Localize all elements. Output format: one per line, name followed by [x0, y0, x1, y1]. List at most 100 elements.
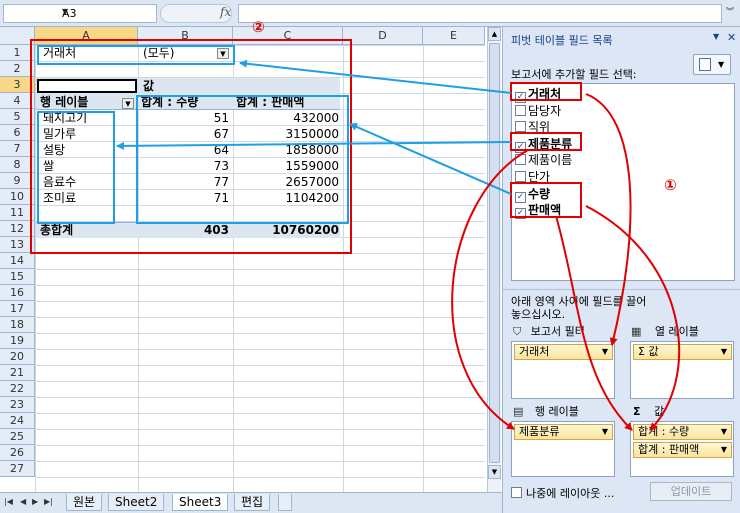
defer-checkbox[interactable]	[511, 487, 522, 498]
name-box[interactable]: A3 ▼	[3, 4, 157, 23]
field-item[interactable]: ✓ 판매액	[515, 202, 561, 220]
field-item[interactable]: 제품이름	[515, 152, 572, 168]
row-labels-area[interactable]: 제품분류 ▼	[511, 421, 615, 477]
row-header-12[interactable]: 12	[0, 221, 35, 237]
column-header-b[interactable]: B	[138, 27, 233, 45]
row-header-25[interactable]: 25	[0, 429, 35, 445]
sheet-tab-원본[interactable]: 원본	[66, 494, 103, 511]
checkbox[interactable]	[515, 104, 526, 116]
row-header-24[interactable]: 24	[0, 413, 35, 429]
field-item[interactable]: 담당자	[515, 103, 561, 119]
next-sheet-icon[interactable]: ▶	[32, 497, 38, 506]
field-item[interactable]: ✓ 수량	[515, 186, 550, 203]
column-header-a[interactable]: A	[35, 27, 138, 45]
column-header-d[interactable]: D	[343, 27, 423, 45]
value-chip-qty-label: 합계 : 수량	[638, 425, 690, 438]
sheet-tab-sheet2[interactable]: Sheet2	[108, 494, 165, 511]
field-item[interactable]: ✓ 제품분류	[515, 136, 572, 153]
chevron-down-icon[interactable]: ▼	[602, 345, 608, 359]
column-labels-label: 열 레이블	[654, 325, 699, 338]
sheet-tab-bar: |◀ ◀ ▶ ▶| 원본 Sheet2 Sheet3 편집	[0, 492, 502, 513]
selected-cell[interactable]	[37, 79, 137, 93]
chevron-down-icon[interactable]: ▼	[602, 425, 608, 439]
field-label: 담당자	[528, 103, 562, 118]
row-header-5[interactable]: 5	[0, 109, 35, 125]
checkbox[interactable]	[515, 121, 526, 133]
column-header-c[interactable]: C	[233, 27, 343, 45]
close-icon[interactable]: ✕	[727, 31, 736, 44]
row-header-26[interactable]: 26	[0, 445, 35, 461]
row-header-4[interactable]: 4	[0, 93, 35, 109]
row-header-20[interactable]: 20	[0, 349, 35, 365]
row-label-dropdown[interactable]: ▼	[122, 98, 134, 109]
checked-checkbox[interactable]: ✓	[515, 208, 526, 220]
sheet-tab-sheet3[interactable]: Sheet3	[172, 494, 229, 511]
scroll-up-button[interactable]: ▲	[488, 27, 501, 41]
first-sheet-icon[interactable]: |◀	[4, 497, 13, 506]
chevron-down-icon[interactable]: ▼	[62, 7, 154, 16]
values-area[interactable]: 합계 : 수량 ▼ 합계 : 판매액 ▼	[630, 421, 734, 477]
pivot-row-qty: 73	[213, 159, 229, 173]
values-area-label: 값	[654, 405, 665, 418]
sheet-tab-편집[interactable]: 편집	[234, 494, 271, 511]
row-header-10[interactable]: 10	[0, 189, 35, 205]
field-layout-button[interactable]: ▼	[693, 54, 731, 75]
value-chip-qty[interactable]: 합계 : 수량 ▼	[633, 424, 732, 440]
chevron-down-icon[interactable]: ▼	[721, 345, 727, 359]
row-header-18[interactable]: 18	[0, 317, 35, 333]
pivot-row-sales: 432000	[293, 111, 339, 125]
row-header-22[interactable]: 22	[0, 381, 35, 397]
row-header-13[interactable]: 13	[0, 237, 35, 253]
row-field-chip[interactable]: 제품분류 ▼	[514, 424, 613, 440]
checked-checkbox[interactable]: ✓	[515, 191, 526, 203]
checked-checkbox[interactable]: ✓	[515, 141, 526, 153]
prev-sheet-icon[interactable]: ◀	[20, 497, 26, 506]
filter-dropdown-button[interactable]: ▼	[217, 48, 229, 59]
row-header-15[interactable]: 15	[0, 269, 35, 285]
row-header-7[interactable]: 7	[0, 141, 35, 157]
defer-layout-option[interactable]: 나중에 레이아웃 ...	[511, 485, 614, 501]
column-header-e[interactable]: E	[423, 27, 485, 45]
chevron-down-icon[interactable]: ▼	[721, 425, 727, 439]
field-item[interactable]: 직위	[515, 119, 550, 135]
row-header-8[interactable]: 8	[0, 157, 35, 173]
checkbox[interactable]	[515, 154, 526, 166]
scroll-thumb[interactable]	[489, 43, 500, 463]
select-all-corner[interactable]	[0, 27, 35, 45]
column-values-chip[interactable]: Σ 값 ▼	[633, 344, 732, 360]
row-header-2[interactable]: 2	[0, 61, 35, 77]
row-header-9[interactable]: 9	[0, 173, 35, 189]
panel-divider[interactable]	[503, 289, 740, 293]
row-header-23[interactable]: 23	[0, 397, 35, 413]
row-header-14[interactable]: 14	[0, 253, 35, 269]
checkbox[interactable]	[515, 171, 526, 182]
vertical-scrollbar[interactable]: ▲ ▼	[487, 27, 501, 492]
column-labels-area[interactable]: Σ 값 ▼	[630, 341, 734, 399]
row-header-11[interactable]: 11	[0, 205, 35, 221]
panel-menu-icon[interactable]: ▼	[713, 32, 719, 41]
chevron-down-icon[interactable]: ▼	[721, 443, 727, 457]
row-header-6[interactable]: 6	[0, 125, 35, 141]
row-header-21[interactable]: 21	[0, 365, 35, 381]
last-sheet-icon[interactable]: ▶|	[44, 497, 53, 506]
value-chip-sales[interactable]: 합계 : 판매액 ▼	[633, 442, 732, 458]
scroll-down-button[interactable]: ▼	[488, 465, 501, 479]
report-filter-chip[interactable]: 거래처 ▼	[514, 344, 613, 360]
report-filter-area[interactable]: 거래처 ▼	[511, 341, 615, 399]
expand-icon[interactable]: ︾	[726, 6, 734, 17]
row-labels-header: ▤ 행 레이블	[513, 403, 579, 419]
row-header-17[interactable]: 17	[0, 301, 35, 317]
fx-icon[interactable]: fx	[220, 5, 231, 19]
field-item[interactable]: ✓ 거래처	[515, 86, 561, 103]
row-header-27[interactable]: 27	[0, 461, 35, 477]
row-header-1[interactable]: 1	[0, 45, 35, 61]
row-header-3[interactable]: 3	[0, 77, 35, 93]
col-header-sales: 합계 : 판매액	[236, 95, 305, 109]
insert-sheet-tab[interactable]	[278, 494, 292, 511]
update-button[interactable]: 업데이트	[650, 482, 732, 501]
row-header-16[interactable]: 16	[0, 285, 35, 301]
checked-checkbox[interactable]: ✓	[515, 92, 526, 103]
row-header-19[interactable]: 19	[0, 333, 35, 349]
formula-input[interactable]	[238, 4, 722, 23]
field-item[interactable]: 단가	[515, 169, 550, 185]
